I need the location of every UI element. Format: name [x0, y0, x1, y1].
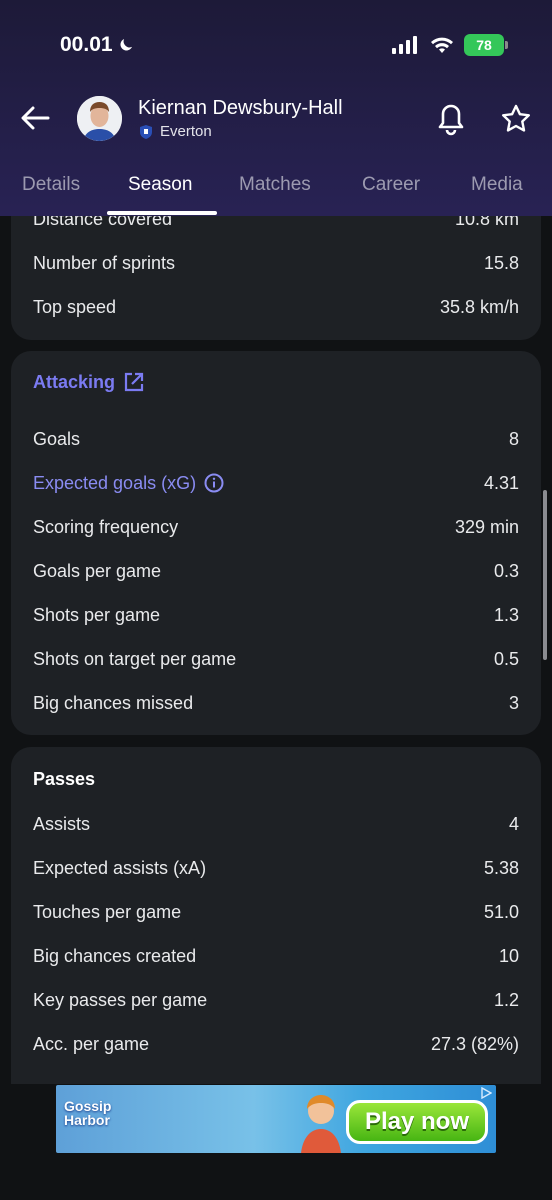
passes-title: Passes — [33, 769, 96, 789]
ad-banner[interactable]: Gossip Harbor Play now — [56, 1085, 496, 1153]
stat-label: Distance covered — [33, 216, 173, 229]
stat-row: Goals per game 0.3 — [33, 556, 519, 586]
stat-row: Goals 8 — [33, 424, 519, 454]
tab-season[interactable]: Season — [128, 174, 192, 196]
stat-row: Touches per game 51.0 — [33, 897, 519, 927]
team-name: Everton — [160, 123, 212, 140]
player-team[interactable]: Everton — [138, 123, 212, 140]
season-stats-content: Distance covered 10.8 km Number of sprin… — [0, 216, 552, 1084]
stat-value: 5.38 — [483, 857, 519, 878]
stat-value: 10 — [498, 945, 519, 966]
stat-value: 0.5 — [493, 648, 519, 669]
signal-icon — [392, 36, 417, 54]
stat-value: 10.8 km — [454, 216, 519, 229]
scrollbar[interactable] — [543, 490, 547, 660]
app-header: 00.01 78 Kiernan Dewsbury-Hall Everton D… — [0, 0, 552, 216]
stat-row: Big chances created 10 — [33, 941, 519, 971]
stat-label: Key passes per game — [33, 989, 208, 1010]
stat-label: Top speed — [33, 296, 117, 317]
stat-value: 27.3 (82%) — [430, 1033, 519, 1054]
physical-card: Distance covered 10.8 km Number of sprin… — [11, 216, 541, 340]
attacking-title: Attacking — [33, 371, 116, 392]
status-time: 00.01 — [60, 33, 135, 57]
stat-value: 1.2 — [493, 989, 519, 1010]
stat-row: Key passes per game 1.2 — [33, 985, 519, 1015]
stat-label: Big chances created — [33, 945, 197, 966]
stat-value: 329 min — [454, 516, 519, 537]
stat-label: Shots on target per game — [33, 648, 237, 669]
play-now-button[interactable]: Play now — [346, 1100, 488, 1144]
stat-row: Expected assists (xA) 5.38 — [33, 853, 519, 883]
stat-row: Distance covered 10.8 km — [33, 216, 519, 234]
tab-details[interactable]: Details — [22, 174, 80, 196]
xg-label[interactable]: Expected goals (xG) — [33, 473, 224, 494]
stat-row: Assists 4 — [33, 809, 519, 839]
battery-indicator: 78 — [464, 34, 508, 56]
tab-matches[interactable]: Matches — [239, 174, 311, 196]
stat-row: Big chances missed 3 — [33, 688, 519, 718]
battery-level: 78 — [476, 37, 492, 53]
stat-row: Number of sprints 15.8 — [33, 248, 519, 278]
stat-label: Assists — [33, 813, 91, 834]
stat-label: Goals — [33, 428, 81, 449]
ad-choices-icon[interactable] — [480, 1087, 492, 1099]
stat-label: Big chances missed — [33, 692, 194, 713]
moon-icon — [120, 39, 132, 51]
external-link-icon — [124, 372, 144, 392]
attacking-card: Attacking Goals 8 Expected goals (xG) 4.… — [11, 351, 541, 735]
stat-label: Goals per game — [33, 560, 162, 581]
stat-row[interactable]: Expected goals (xG) 4.31 — [33, 468, 519, 498]
bell-icon[interactable] — [436, 102, 466, 136]
player-avatar — [77, 96, 122, 141]
stat-row: Acc. per game 27.3 (82%) — [33, 1029, 519, 1059]
ad-character-image — [301, 1095, 341, 1153]
stat-row: Top speed 35.8 km/h — [33, 292, 519, 322]
stat-value: 15.8 — [483, 252, 519, 273]
tab-bar: Details Season Matches Career Media — [0, 168, 552, 216]
stat-label: Shots per game — [33, 604, 161, 625]
status-bar: 00.01 78 — [0, 0, 552, 90]
stat-value: 8 — [508, 428, 519, 449]
clock-text: 00.01 — [60, 33, 113, 56]
passes-card: Passes Assists 4 Expected assists (xA) 5… — [11, 747, 541, 1084]
stat-value: 35.8 km/h — [439, 296, 519, 317]
star-icon[interactable] — [500, 103, 532, 135]
player-photo — [77, 96, 122, 141]
active-tab-indicator — [107, 211, 217, 215]
stat-value: 0.3 — [493, 560, 519, 581]
stat-value: 51.0 — [483, 901, 519, 922]
stat-value: 3 — [508, 692, 519, 713]
stat-label: Scoring frequency — [33, 516, 179, 537]
stat-value: 1.3 — [493, 604, 519, 625]
team-crest-icon — [140, 124, 152, 139]
stat-row: Shots on target per game 0.5 — [33, 644, 519, 674]
stat-row: Shots per game 1.3 — [33, 600, 519, 630]
tab-media[interactable]: Media — [471, 174, 523, 196]
stat-label: Expected assists (xA) — [33, 857, 207, 878]
status-icons: 78 — [392, 34, 508, 56]
player-name: Kiernan Dewsbury-Hall — [138, 97, 343, 119]
stat-value: 4.31 — [483, 472, 519, 493]
stat-label: Touches per game — [33, 901, 182, 922]
stat-label: Number of sprints — [33, 252, 176, 273]
stat-row: Scoring frequency 329 min — [33, 512, 519, 542]
info-icon[interactable] — [204, 473, 224, 493]
wifi-icon — [431, 37, 453, 53]
tab-career[interactable]: Career — [362, 174, 420, 196]
ad-logo: Gossip Harbor — [64, 1098, 112, 1128]
stat-label: Expected goals (xG) — [33, 472, 197, 493]
back-arrow-icon[interactable] — [18, 100, 54, 136]
stat-label: Acc. per game — [33, 1033, 150, 1054]
stat-value: 4 — [508, 813, 519, 834]
attacking-title-link[interactable]: Attacking — [33, 371, 145, 393]
